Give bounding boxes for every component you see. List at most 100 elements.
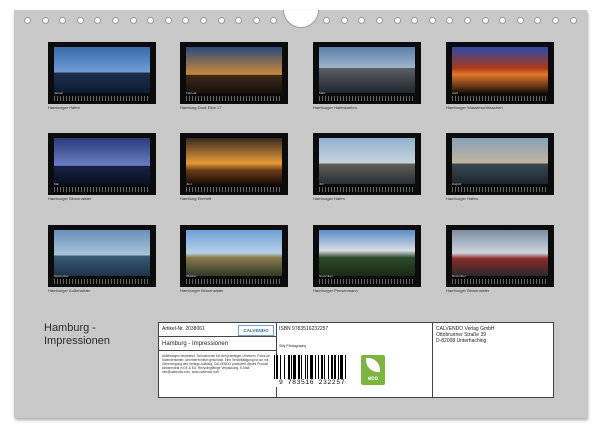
barcode-bar <box>279 355 281 379</box>
barcode-bar <box>274 355 275 379</box>
month-thumbnail: Juni Hamburg Elmhöft <box>180 133 288 202</box>
date-strip <box>452 279 548 284</box>
photo-frame: August <box>446 133 554 195</box>
photo-frame: Dezember <box>446 225 554 287</box>
binding-hole <box>340 17 348 24</box>
binding-hole <box>41 17 49 24</box>
barcode-number: 9 783516 232257 <box>278 379 345 386</box>
date-strip <box>54 187 150 192</box>
photo-frame: Oktober <box>180 225 288 287</box>
photo-frame: Januar <box>48 42 156 104</box>
month-label: Februar <box>186 91 197 95</box>
barcode-bar <box>337 355 339 379</box>
month-thumbnail: April Hamburger Wasserschlösschen <box>446 42 554 111</box>
month-photo <box>452 138 548 184</box>
photo-frame: Juli <box>313 133 421 195</box>
month-thumbnail: Januar Hamburger Hafen <box>48 42 156 111</box>
month-photo <box>54 47 150 93</box>
eco-badge: eco <box>361 355 385 385</box>
binding-hole <box>411 17 419 24</box>
calendar-title-line1: Hamburg - <box>44 322 96 334</box>
month-photo <box>186 47 282 93</box>
binding-hole <box>464 17 471 24</box>
month-caption: Hamburger Binnenalster <box>446 288 490 293</box>
binding-hole <box>112 17 119 24</box>
month-label: November <box>319 274 333 278</box>
month-thumbnail: Juli Hamburger Hafen <box>313 133 421 202</box>
month-caption: Hamburger Wasserschlösschen <box>446 105 503 110</box>
month-thumbnail: März Hamburger Hafenkanten <box>313 42 421 111</box>
publisher-city: D-82008 Unterhaching <box>436 338 487 344</box>
date-strip <box>452 96 548 101</box>
month-thumbnail: August Hamburger Hafen <box>446 133 554 202</box>
binding-hole <box>129 17 137 24</box>
calvendo-logo: CALVENDO <box>238 325 274 336</box>
binding-hole <box>200 17 207 24</box>
date-strip <box>319 96 415 101</box>
binding-hole <box>182 17 190 24</box>
date-strip <box>54 279 150 284</box>
date-strip <box>54 96 150 101</box>
month-label: Mai <box>54 182 59 186</box>
month-photo <box>186 230 282 276</box>
month-caption: Hamburger Hafen <box>313 196 345 201</box>
date-strip <box>186 96 282 101</box>
barcode-bar <box>297 355 300 379</box>
binding-hole <box>534 17 542 24</box>
binding-hole <box>59 17 67 24</box>
barcode-bar <box>340 355 343 379</box>
month-caption: Hamburger Hafenkanten <box>313 105 357 110</box>
binding-hole <box>76 17 84 24</box>
publisher-column: CALVENDO Verlag GmbH Ottobrunner Straße … <box>433 323 553 397</box>
barcode-bar <box>307 355 308 379</box>
date-strip <box>319 187 415 192</box>
date-strip <box>186 187 282 192</box>
date-strip <box>186 279 282 284</box>
photo-frame: Mai <box>48 133 156 195</box>
binding-hole <box>323 17 331 24</box>
date-strip <box>452 187 548 192</box>
barcode-bar <box>314 355 316 379</box>
binding-hole <box>552 17 559 24</box>
month-caption: Hamburg Elmhöft <box>180 196 212 201</box>
binding-hole <box>270 17 278 24</box>
month-thumbnail: Mai Hamburger Binnenalster <box>48 133 156 202</box>
barcode-bar <box>304 355 306 379</box>
binding-hole <box>481 17 489 24</box>
month-caption: Hamburg Dock Elbe 17 <box>180 105 222 110</box>
photo-frame: Juni <box>180 133 288 195</box>
month-thumbnail: November Hamburger Pensenmann <box>313 225 421 294</box>
barcode-bar <box>320 355 323 379</box>
calendar-title-line2: Impressionen <box>44 335 111 347</box>
barcode-bar <box>324 355 325 379</box>
photo-frame: November <box>313 225 421 287</box>
barcode-bar <box>293 355 297 379</box>
month-thumbnail: September Hamburger Außenalster <box>48 225 156 294</box>
month-label: Juni <box>186 182 192 186</box>
barcode-bar <box>276 355 279 379</box>
month-label: August <box>452 182 462 186</box>
barcode-bar <box>291 355 292 379</box>
month-photo <box>54 138 150 184</box>
month-photo <box>319 230 415 276</box>
month-photo <box>452 47 548 93</box>
article-number: Artikel-Nr. 2038061 <box>162 326 205 332</box>
barcode-bar <box>334 355 337 379</box>
isbn: ISBN 9783516232257 <box>279 326 329 332</box>
product-info-panel: Artikel-Nr. 2038061 CALVENDO Hamburg - I… <box>158 322 554 398</box>
barcode-bar <box>287 355 290 379</box>
month-photo <box>319 138 415 184</box>
photo-frame: März <box>313 42 421 104</box>
binding-hole <box>499 17 507 24</box>
divider <box>159 350 276 351</box>
month-label: April <box>452 91 459 95</box>
divider <box>159 336 276 337</box>
barcode-bar <box>284 355 286 379</box>
month-thumbnail: Dezember Hamburger Binnenalster <box>446 225 554 294</box>
binding-hole <box>164 17 172 24</box>
photographer: Silly Photography <box>279 344 307 348</box>
binding-hole <box>376 17 383 24</box>
month-label: Dezember <box>452 274 466 278</box>
binding-hole <box>393 17 401 24</box>
barcode-bar <box>318 355 320 379</box>
